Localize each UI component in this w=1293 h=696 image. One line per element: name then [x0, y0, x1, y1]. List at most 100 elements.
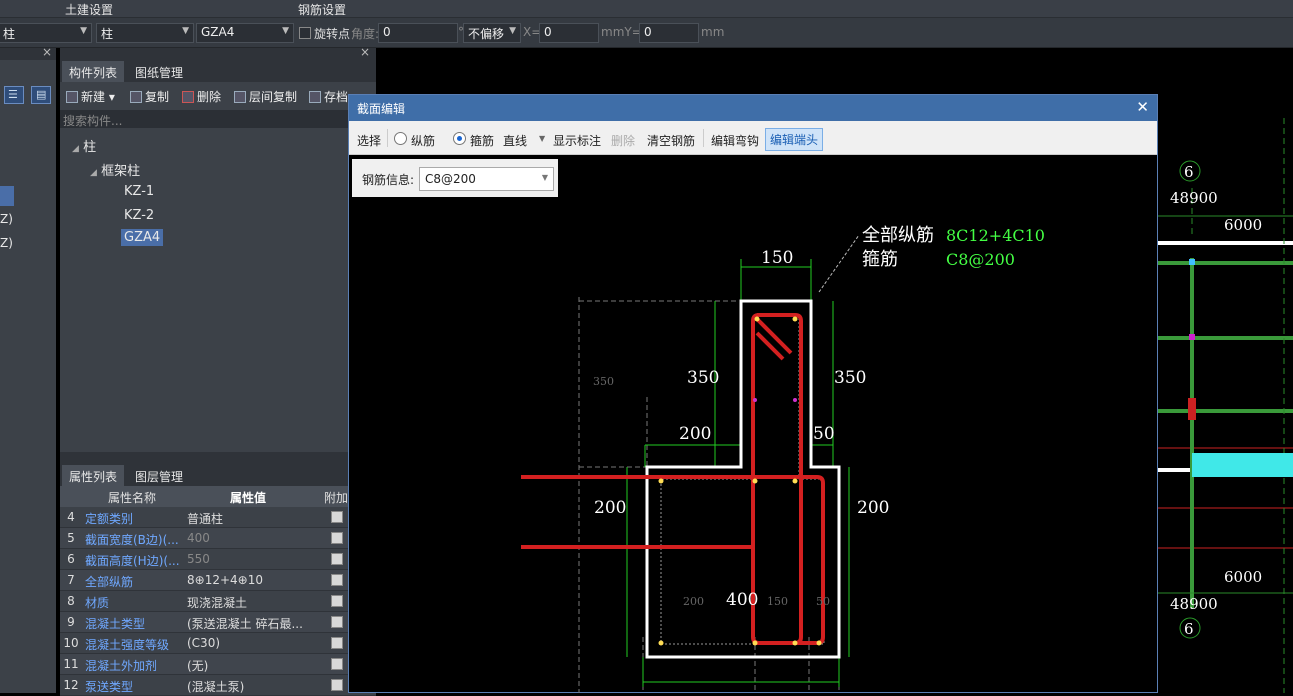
property-extra-checkbox[interactable] [331, 553, 343, 565]
axis-label-top: 6 [1184, 163, 1194, 181]
subtype-select[interactable]: 柱 ▼ [96, 23, 194, 43]
list-view-icon[interactable]: ☰ [4, 86, 24, 104]
stirrup-radio[interactable] [453, 132, 466, 145]
property-tabs: 属性列表 图层管理 [60, 464, 376, 486]
tab-drawing-management[interactable]: 图纸管理 [128, 61, 191, 82]
left-strip-item[interactable]: Z) [0, 236, 13, 250]
dim-bottom-b: 150 [767, 595, 788, 608]
property-name: 全部纵筋 [85, 575, 134, 589]
property-value[interactable]: 400 [187, 531, 312, 545]
property-value[interactable]: (泵送混凝土 碎石最... [187, 615, 312, 632]
edit-end-button[interactable]: 编辑端头 [765, 128, 824, 151]
left-strip-item[interactable]: Z) [0, 212, 13, 226]
plan-dim-total-bottom: 48900 [1170, 595, 1218, 613]
property-value[interactable]: (混凝土泵) [187, 678, 312, 695]
angle-input[interactable]: 0 [378, 23, 458, 43]
chevron-down-icon: ▼ [182, 26, 189, 36]
tree-item-kz2[interactable]: KZ-2 [124, 208, 154, 223]
tab-property-list[interactable]: 属性列表 [62, 465, 125, 486]
property-value[interactable]: 现浇混凝土 [187, 594, 312, 611]
expand-icon[interactable]: ◢ [90, 168, 97, 178]
property-table-header: 属性名称 属性值 附加 [60, 486, 376, 507]
plan-dim-span-bottom: 6000 [1224, 568, 1262, 586]
label-stirrup: 箍筋 [862, 249, 898, 270]
property-extra-checkbox[interactable] [331, 574, 343, 586]
property-row[interactable]: 5 截面宽度(B边)(... 400 [60, 528, 376, 549]
dim-far-left: 350 [593, 375, 614, 388]
property-row[interactable]: 10 混凝土强度等级 (C30) [60, 633, 376, 654]
selected-item-marker[interactable] [0, 186, 14, 206]
angle-value: 0 [383, 25, 391, 39]
floor-copy-button[interactable]: 层间复制 [234, 88, 297, 105]
property-row-number: 11 [63, 657, 79, 671]
dim-top: 150 [761, 248, 793, 268]
tree-root[interactable]: ◢ 柱 [72, 136, 96, 155]
edit-hook-button[interactable]: 编辑弯钩 [711, 132, 759, 149]
value-all-long: 8C12+4C10 [946, 226, 1045, 245]
property-extra-checkbox[interactable] [331, 511, 343, 523]
value-stirrup: C8@200 [946, 250, 1015, 269]
grid-view-icon[interactable]: ▤ [31, 86, 51, 104]
show-label-button[interactable]: 显示标注 [553, 132, 601, 149]
left-strip-header: × [0, 45, 56, 60]
select-tool-button[interactable]: 选择 [357, 132, 381, 149]
property-value[interactable]: 550 [187, 552, 312, 566]
save-archive-button[interactable]: 存档 [309, 88, 348, 105]
tab-rebar-settings[interactable]: 钢筋设置 [298, 1, 346, 18]
property-extra-checkbox[interactable] [331, 595, 343, 607]
offset-select-value: 不偏移 [468, 27, 505, 41]
dialog-titlebar[interactable]: 截面编辑 ✕ [349, 95, 1157, 121]
property-extra-checkbox[interactable] [331, 679, 343, 691]
property-extra-checkbox[interactable] [331, 616, 343, 628]
close-icon[interactable]: × [360, 45, 370, 59]
section-canvas[interactable]: 全部纵筋 8C12+4C10 箍筋 C8@200 150 350 350 200… [349, 197, 1157, 693]
dim-right-upper: 350 [834, 368, 866, 388]
plan-view[interactable]: 6 48900 6000 6000 48900 6 [1158, 48, 1293, 693]
x-input[interactable]: 0 [539, 23, 599, 43]
property-name: 截面高度(H边)(... [85, 554, 180, 568]
offset-select[interactable]: 不偏移 ▼ [463, 23, 521, 43]
property-extra-checkbox[interactable] [331, 658, 343, 670]
close-icon[interactable]: ✕ [1136, 98, 1149, 116]
tab-civil-settings[interactable]: 土建设置 [65, 1, 113, 18]
tab-component-list[interactable]: 构件列表 [62, 61, 125, 82]
rebar-info-select[interactable]: C8@200 ▼ [419, 167, 554, 191]
tab-layer-management[interactable]: 图层管理 [128, 465, 191, 486]
plan-node [1189, 334, 1195, 340]
component-search-input[interactable]: 搜索构件... [60, 110, 376, 128]
type-select[interactable]: 柱 ▼ [0, 23, 92, 43]
component-select[interactable]: GZA4 ▼ [196, 23, 294, 43]
property-extra-checkbox[interactable] [331, 637, 343, 649]
tree-item-gza4-label: GZA4 [121, 229, 164, 246]
property-row[interactable]: 8 材质 现浇混凝土 [60, 591, 376, 612]
rotate-point-checkbox[interactable] [299, 27, 311, 39]
tree-group[interactable]: ◢ 框架柱 [90, 160, 140, 179]
property-value[interactable]: 8⊕12+4⊕10 [187, 573, 312, 587]
line-mode-select[interactable]: 直线 [503, 132, 527, 149]
close-icon[interactable]: × [42, 45, 52, 59]
expand-icon[interactable]: ◢ [72, 144, 79, 154]
property-row[interactable]: 9 混凝土类型 (泵送混凝土 碎石最... [60, 612, 376, 633]
property-row[interactable]: 11 混凝土外加剂 (无) [60, 654, 376, 675]
new-button[interactable]: 新建 ▾ [66, 88, 115, 105]
delete-button[interactable]: 删除 [182, 88, 221, 105]
property-row[interactable]: 4 定额类别 普通柱 [60, 507, 376, 528]
chevron-down-icon[interactable]: ▼ [539, 134, 545, 143]
property-row[interactable]: 6 截面高度(H边)(... 550 [60, 549, 376, 570]
property-value[interactable]: (无) [187, 657, 312, 674]
property-row[interactable]: 7 全部纵筋 8⊕12+4⊕10 [60, 570, 376, 591]
clear-rebar-button[interactable]: 清空钢筋 [647, 132, 695, 149]
section-edit-dialog: 截面编辑 ✕ 选择 纵筋 箍筋 直线 ▼ 显示标注 删除 清空钢筋 编辑弯钩 编辑… [348, 94, 1158, 693]
ribbon-bar: 土建设置 钢筋设置 [0, 0, 1293, 18]
longbar-radio[interactable] [394, 132, 407, 145]
copy-button[interactable]: 复制 [130, 88, 169, 105]
property-value[interactable]: 普通柱 [187, 510, 312, 527]
tree-item-kz1[interactable]: KZ-1 [124, 184, 154, 199]
tree-item-gza4[interactable]: GZA4 [121, 229, 164, 246]
property-extra-checkbox[interactable] [331, 532, 343, 544]
component-panel-header: × [60, 45, 376, 60]
property-value[interactable]: (C30) [187, 636, 312, 650]
rebar-red [521, 313, 825, 645]
delete-tool-button[interactable]: 删除 [611, 132, 635, 149]
y-input[interactable]: 0 [639, 23, 699, 43]
